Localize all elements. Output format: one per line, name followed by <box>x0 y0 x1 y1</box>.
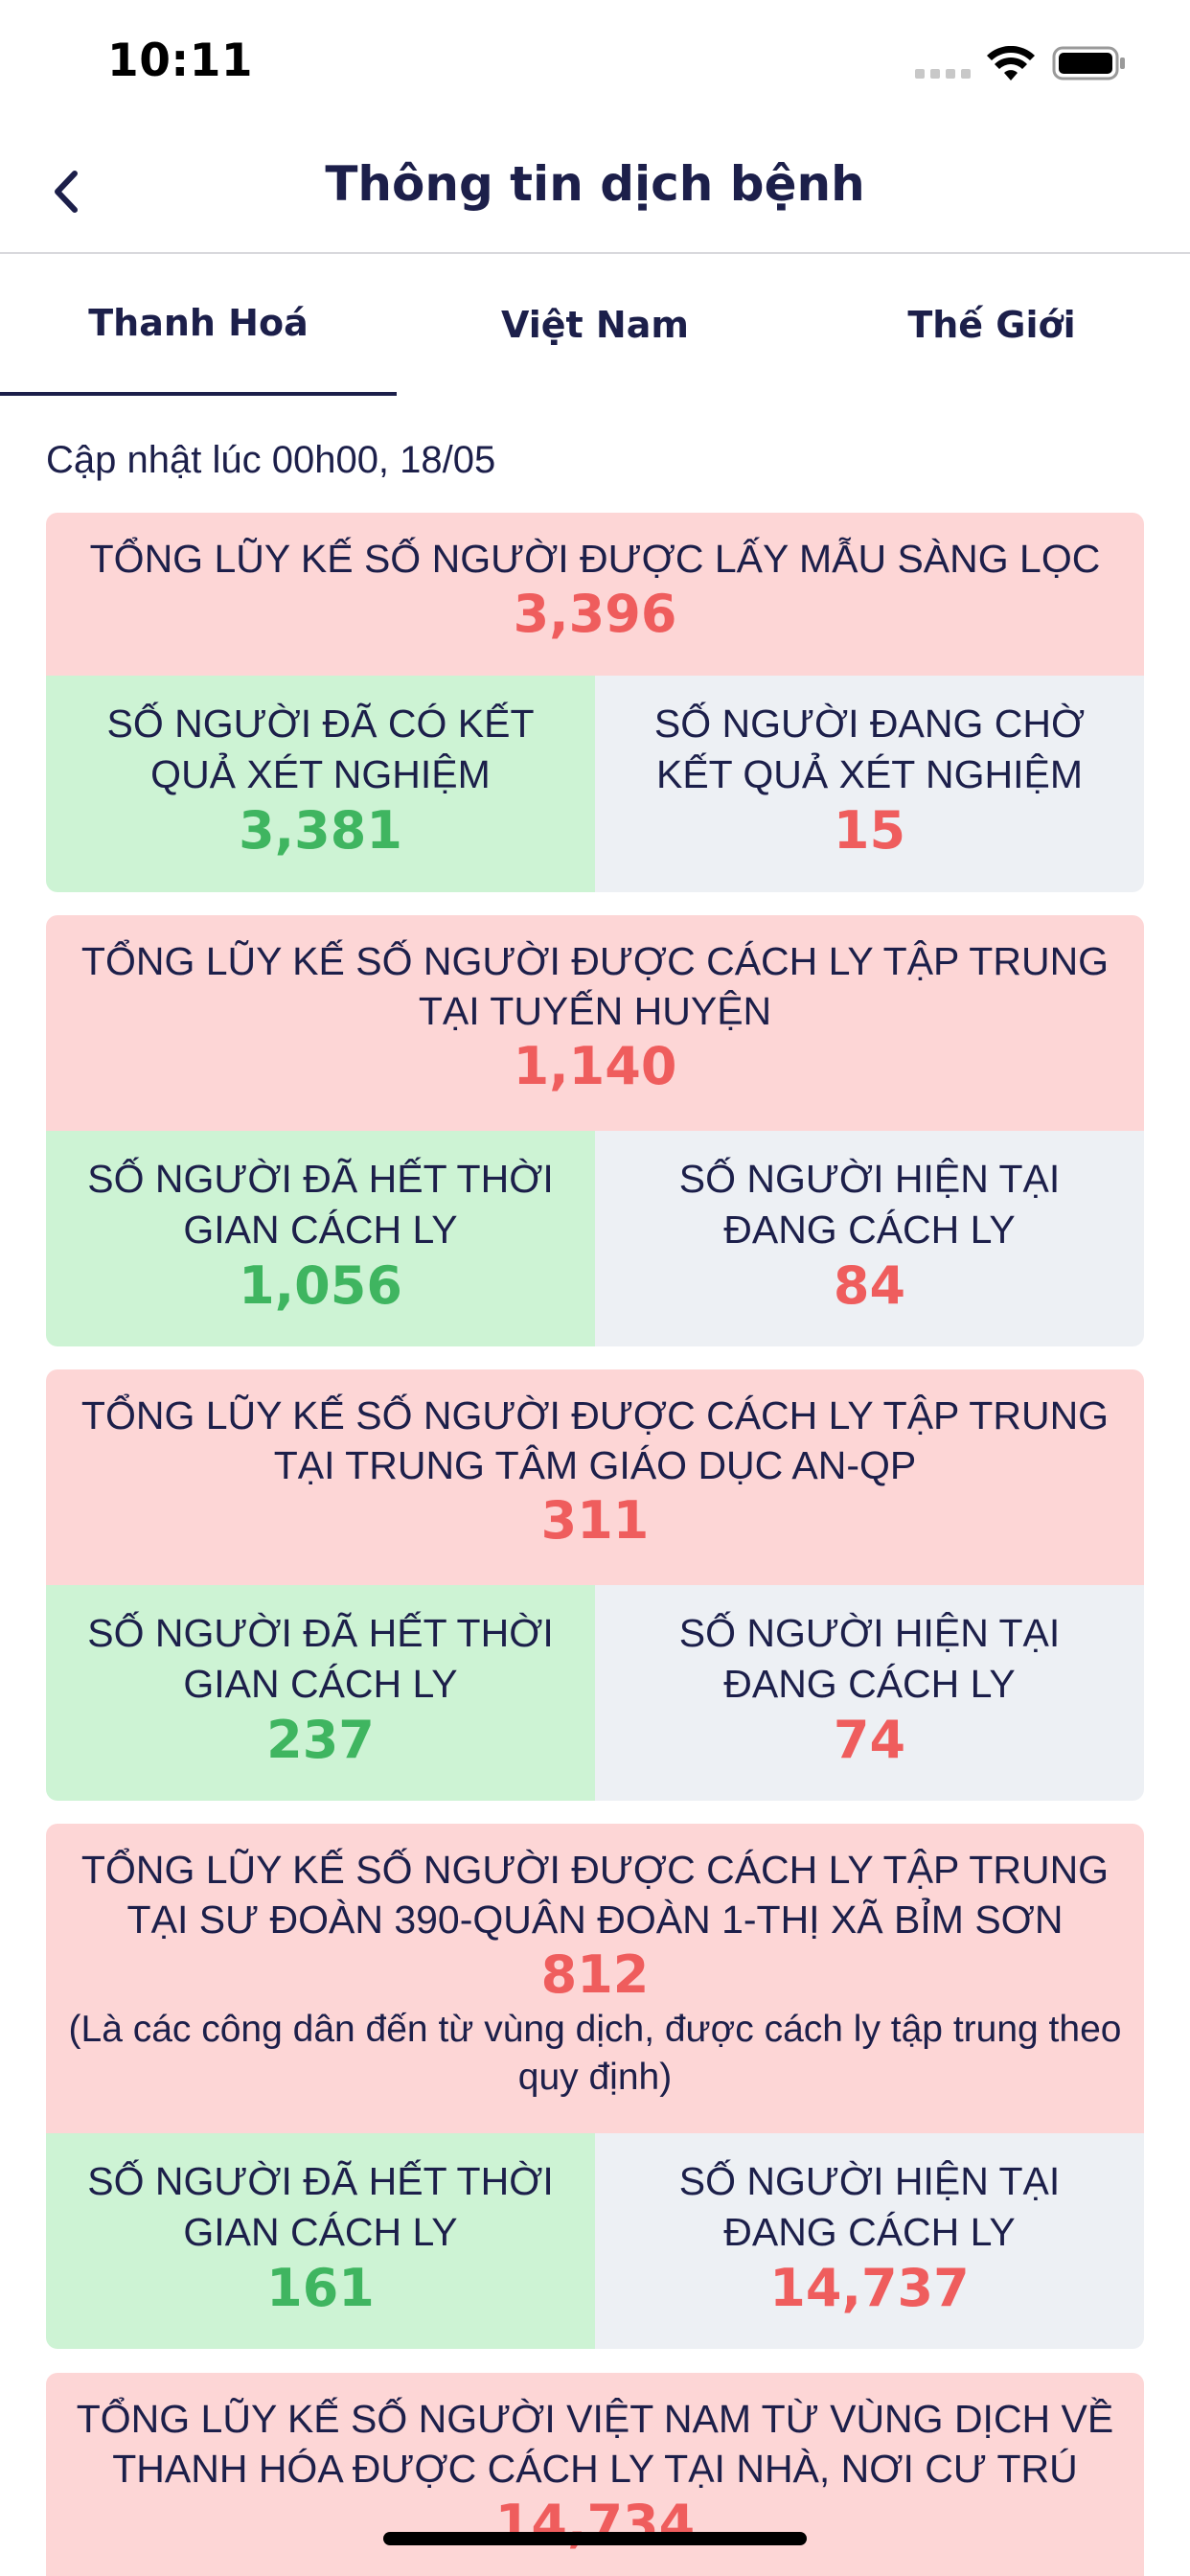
right-label: SỐ NGƯỜI HIỆN TẠI ĐANG CÁCH LY <box>678 1157 1061 1252</box>
card-note: (Là các công dân đến từ vùng dịch, được … <box>68 2009 1122 2098</box>
right-label: SỐ NGƯỜI ĐANG CHỜ KẾT QUẢ XÉT NGHIỆM <box>653 702 1086 796</box>
card-left-cell: SỐ NGƯỜI ĐÃ HẾT THỜI GIAN CÁCH LY 161 <box>46 2133 595 2349</box>
stat-card-screening: TỔNG LŨY KẾ SỐ NGƯỜI ĐƯỢC LẤY MẪU SÀNG L… <box>46 513 1144 892</box>
right-value: 74 <box>833 1710 906 1770</box>
status-time: 10:11 <box>107 34 254 87</box>
wifi-icon <box>987 46 1035 80</box>
updated-timestamp: Cập nhật lúc 00h00, 18/05 <box>46 439 496 481</box>
stat-card-division-quarantine: TỔNG LŨY KẾ SỐ NGƯỜI ĐƯỢC CÁCH LY TẬP TR… <box>46 1824 1144 2349</box>
left-value: 237 <box>266 1710 375 1770</box>
card-header: TỔNG LŨY KẾ SỐ NGƯỜI VIỆT NAM TỪ VÙNG DỊ… <box>46 2373 1144 2576</box>
card-header: TỔNG LŨY KẾ SỐ NGƯỜI ĐƯỢC LẤY MẪU SÀNG L… <box>46 513 1144 676</box>
tab-thanh-hoa[interactable]: Thanh Hoá <box>0 254 397 396</box>
left-label: SỐ NGƯỜI ĐÃ HẾT THỜI GIAN CÁCH LY <box>87 1157 554 1252</box>
card-header: TỔNG LŨY KẾ SỐ NGƯỜI ĐƯỢC CÁCH LY TẬP TR… <box>46 1824 1144 2133</box>
card-total: 812 <box>540 1944 650 2005</box>
right-value: 14,737 <box>769 2258 970 2318</box>
stat-card-district-quarantine: TỔNG LŨY KẾ SỐ NGƯỜI ĐƯỢC CÁCH LY TẬP TR… <box>46 915 1144 1346</box>
card-total: 14,734 <box>494 2494 696 2554</box>
right-label: SỐ NGƯỜI HIỆN TẠI ĐANG CÁCH LY <box>678 1611 1061 1706</box>
card-header: TỔNG LŨY KẾ SỐ NGƯỜI ĐƯỢC CÁCH LY TẬP TR… <box>46 1369 1144 1585</box>
card-right-cell: SỐ NGƯỜI HIỆN TẠI ĐANG CÁCH LY 14,737 <box>595 2133 1144 2349</box>
card-total: 311 <box>540 1490 650 1551</box>
left-label: SỐ NGƯỜI ĐÃ HẾT THỜI GIAN CÁCH LY <box>87 2159 554 2254</box>
card-title: TỔNG LŨY KẾ SỐ NGƯỜI VIỆT NAM TỪ VÙNG DỊ… <box>76 2397 1114 2491</box>
card-header: TỔNG LŨY KẾ SỐ NGƯỜI ĐƯỢC CÁCH LY TẬP TR… <box>46 915 1144 1131</box>
page-title: Thông tin dịch bệnh <box>325 156 865 212</box>
card-right-cell: SỐ NGƯỜI HIỆN TẠI ĐANG CÁCH LY 84 <box>595 1131 1144 1346</box>
card-title: TỔNG LŨY KẾ SỐ NGƯỜI ĐƯỢC LẤY MẪU SÀNG L… <box>89 537 1101 581</box>
region-tabs: Thanh Hoá Việt Nam Thế Giới <box>0 254 1190 396</box>
right-label: SỐ NGƯỜI HIỆN TẠI ĐANG CÁCH LY <box>678 2159 1061 2254</box>
card-left-cell: SỐ NGƯỜI ĐÃ HẾT THỜI GIAN CÁCH LY 237 <box>46 1585 595 1801</box>
card-right-cell: SỐ NGƯỜI ĐANG CHỜ KẾT QUẢ XÉT NGHIỆM 15 <box>595 676 1144 892</box>
card-title: TỔNG LŨY KẾ SỐ NGƯỜI ĐƯỢC CÁCH LY TẬP TR… <box>80 939 1110 1033</box>
card-total: 3,396 <box>513 584 677 644</box>
tab-viet-nam[interactable]: Việt Nam <box>397 254 793 396</box>
card-right-cell: SỐ NGƯỜI HIỆN TẠI ĐANG CÁCH LY 74 <box>595 1585 1144 1801</box>
left-value: 1,056 <box>239 1255 402 1316</box>
right-value: 84 <box>833 1255 906 1316</box>
cellular-signal-icon <box>915 67 973 80</box>
left-label: SỐ NGƯỜI ĐÃ CÓ KẾT QUẢ XÉT NGHIỆM <box>106 702 535 796</box>
stat-card-home-quarantine: TỔNG LŨY KẾ SỐ NGƯỜI VIỆT NAM TỪ VÙNG DỊ… <box>46 2373 1144 2576</box>
battery-icon <box>1052 46 1125 80</box>
card-title: TỔNG LŨY KẾ SỐ NGƯỜI ĐƯỢC CÁCH LY TẬP TR… <box>80 1848 1110 1942</box>
navigation-bar: Thông tin dịch bệnh <box>0 129 1190 254</box>
card-title: TỔNG LŨY KẾ SỐ NGƯỜI ĐƯỢC CÁCH LY TẬP TR… <box>80 1393 1110 1487</box>
stat-card-education-center-quarantine: TỔNG LŨY KẾ SỐ NGƯỜI ĐƯỢC CÁCH LY TẬP TR… <box>46 1369 1144 1801</box>
status-bar: 10:11 <box>0 0 1190 129</box>
card-total: 1,140 <box>513 1036 677 1096</box>
card-left-cell: SỐ NGƯỜI ĐÃ CÓ KẾT QUẢ XÉT NGHIỆM 3,381 <box>46 676 595 892</box>
left-value: 3,381 <box>239 800 402 861</box>
right-value: 15 <box>833 800 906 861</box>
left-value: 161 <box>266 2258 375 2318</box>
left-label: SỐ NGƯỜI ĐÃ HẾT THỜI GIAN CÁCH LY <box>87 1611 554 1706</box>
card-left-cell: SỐ NGƯỜI ĐÃ HẾT THỜI GIAN CÁCH LY 1,056 <box>46 1131 595 1346</box>
home-indicator[interactable] <box>383 2532 807 2545</box>
tab-the-gioi[interactable]: Thế Giới <box>793 254 1190 396</box>
